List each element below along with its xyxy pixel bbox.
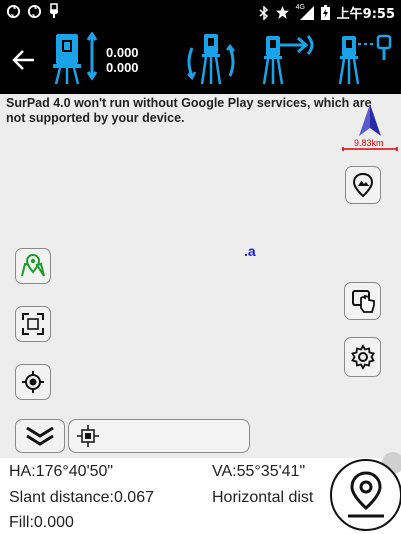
location-pin-icon	[348, 471, 384, 518]
target-point-icon	[77, 425, 99, 447]
toolbar: 0.000 0.000	[0, 24, 401, 94]
rotate-instrument-icon[interactable]	[184, 30, 238, 88]
tap-hand-icon	[351, 290, 375, 313]
coordinate-y-value: 0.000	[106, 60, 139, 75]
bluetooth-icon	[259, 5, 268, 20]
instrument-backsight-icon[interactable]	[338, 30, 394, 88]
map-layer-button[interactable]	[345, 166, 381, 204]
crosshair-icon	[22, 371, 44, 393]
select-point-button[interactable]	[344, 282, 381, 320]
total-station-icon	[53, 32, 98, 85]
horizontal-distance: Horizontal dist	[212, 489, 314, 506]
horizontal-angle: HA:176°40'50"	[9, 463, 114, 480]
double-chevron-down-icon	[26, 426, 54, 446]
circle-arrows-icon	[27, 4, 42, 18]
google-play-warning: SurPad 4.0 won't run without Google Play…	[6, 96, 372, 125]
zoom-extent-button[interactable]	[15, 306, 51, 342]
status-bar: 4G 上午9:55	[0, 0, 401, 24]
back-arrow-icon[interactable]	[10, 46, 38, 74]
navigate-button[interactable]	[330, 459, 401, 531]
location-pin-mountain-icon	[352, 172, 374, 198]
coordinate-x-value: 0.000	[106, 45, 139, 60]
circle-arrows-icon	[6, 4, 21, 18]
instrument-stake-icon[interactable]	[262, 30, 318, 88]
app-root: 4G 上午9:55 0.000 0.000 SurPad 4.0 won't r…	[0, 0, 401, 534]
gear-icon	[350, 344, 375, 370]
signal-icon: 4G	[296, 4, 314, 20]
green-map-pin-icon	[21, 253, 45, 277]
star-icon	[275, 6, 289, 19]
north-arrow-icon[interactable]	[355, 102, 385, 138]
vertical-angle: VA:55°35'41"	[212, 463, 306, 480]
full-extent-icon	[22, 313, 44, 335]
instrument-coordinate-button[interactable]: 0.000 0.000	[52, 32, 152, 88]
map-point-label[interactable]: .a	[244, 243, 256, 259]
point-search-field[interactable]	[68, 419, 250, 453]
my-location-button[interactable]	[15, 364, 51, 400]
battery-icon	[320, 5, 330, 20]
scale-bar	[342, 147, 398, 151]
map-location-button[interactable]	[15, 248, 51, 284]
fill-value: Fill:0.000	[9, 514, 74, 531]
slant-distance: Slant distance:0.067	[9, 489, 154, 506]
expand-toolbar-button[interactable]	[15, 419, 65, 453]
settings-button[interactable]	[344, 337, 381, 377]
clock: 上午9:55	[336, 7, 395, 22]
usb-icon	[50, 3, 58, 18]
